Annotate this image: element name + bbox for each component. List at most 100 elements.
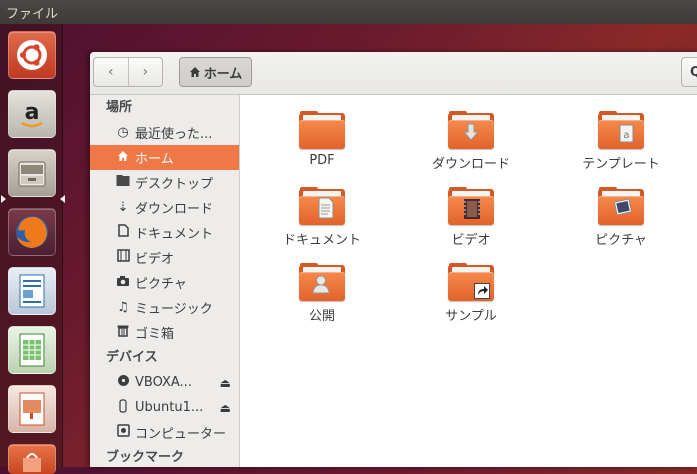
download-icon: ⇣ xyxy=(117,200,129,215)
sidebar-item-label: Ubuntu1... xyxy=(135,400,204,415)
launcher-writer[interactable] xyxy=(8,267,56,315)
folder-document-icon xyxy=(299,187,345,225)
sidebar-item-label: ミュージック xyxy=(135,302,213,317)
launcher-software-center[interactable] xyxy=(8,444,56,474)
folder-label: ドキュメント xyxy=(282,233,361,248)
folder-label: サンプル xyxy=(445,309,497,324)
usb-drive-icon xyxy=(115,398,131,417)
writer-icon xyxy=(19,274,45,308)
folder-item-documents[interactable]: ドキュメント xyxy=(267,187,377,248)
firefox-icon xyxy=(16,216,48,248)
sidebar-item-recent[interactable]: ◷ 最近使った... xyxy=(90,120,239,145)
sidebar-item-label: コンピューター xyxy=(135,427,227,442)
history-nav: ‹ › xyxy=(93,57,163,87)
search-button[interactable]: Q xyxy=(681,57,697,87)
sidebar-item-label: ゴミ箱 xyxy=(135,327,175,342)
launcher-amazon[interactable]: a xyxy=(8,90,56,138)
folder-icon xyxy=(299,111,345,149)
sidebar-item-trash[interactable]: ゴミ箱 xyxy=(90,320,239,345)
back-button[interactable]: ‹ xyxy=(94,58,128,86)
sidebar-item-ubuntu-drive[interactable]: Ubuntu1... ⏏ xyxy=(90,395,239,420)
camera-icon xyxy=(115,275,131,291)
chevron-left-icon: ‹ xyxy=(107,64,114,80)
eject-icon[interactable]: ⏏ xyxy=(220,401,231,415)
folder-item-samples[interactable]: サンプル xyxy=(416,263,526,324)
amazon-icon: a xyxy=(21,100,43,128)
eject-icon[interactable]: ⏏ xyxy=(220,376,231,390)
video-icon xyxy=(115,249,131,266)
launcher-impress[interactable] xyxy=(8,385,56,433)
path-label: ホーム xyxy=(203,66,243,82)
folder-download-icon xyxy=(448,111,494,149)
document-icon xyxy=(115,224,131,241)
sidebar-item-label: ホーム xyxy=(135,152,174,167)
sidebar: 場所 ◷ 最近使った... ホーム デスクトップ ⇣ ダウンロード ドキュメント xyxy=(90,95,240,467)
folder-public-icon xyxy=(299,263,345,301)
sidebar-item-documents[interactable]: ドキュメント xyxy=(90,220,239,245)
desktop-icon xyxy=(115,174,131,191)
shopping-bag-icon xyxy=(23,452,41,472)
sidebar-header-places: 場所 xyxy=(106,100,133,115)
file-manager-window: ‹ › ホーム Q 場所 ◷ 最近使った... ホーム デスクトップ ⇣ ダウン… xyxy=(90,52,697,467)
sidebar-item-label: デスクトップ xyxy=(135,177,214,192)
sidebar-item-desktop[interactable]: デスクトップ xyxy=(90,170,239,195)
app-title: ファイル xyxy=(6,7,59,22)
sidebar-item-downloads[interactable]: ⇣ ダウンロード xyxy=(90,195,239,220)
chevron-right-icon: › xyxy=(142,64,149,80)
folder-label: 公開 xyxy=(308,309,335,324)
disc-icon xyxy=(115,374,131,391)
toolbar: ‹ › ホーム Q xyxy=(90,52,697,95)
forward-button[interactable]: › xyxy=(127,58,163,86)
focus-indicator-icon xyxy=(60,195,65,203)
sidebar-item-label: ドキュメント xyxy=(135,227,214,242)
folder-template-icon: a xyxy=(598,111,644,149)
file-cabinet-icon xyxy=(18,161,46,187)
home-icon xyxy=(115,150,131,166)
folder-label: ピクチャ xyxy=(595,233,647,248)
folder-label: ダウンロード xyxy=(431,157,510,172)
folder-item-pdf[interactable]: PDF xyxy=(267,111,377,168)
sidebar-item-home[interactable]: ホーム xyxy=(90,145,239,170)
path-home-button[interactable]: ホーム xyxy=(179,57,252,87)
sidebar-item-label: 最近使った... xyxy=(135,127,213,142)
sidebar-item-music[interactable]: ♫ ミュージック xyxy=(90,295,239,320)
launcher-ubuntu-dash[interactable] xyxy=(8,31,56,79)
folder-video-icon xyxy=(448,187,494,225)
sidebar-header-bookmarks: ブックマーク xyxy=(106,450,185,465)
clock-icon: ◷ xyxy=(117,125,129,140)
sidebar-item-label: ダウンロード xyxy=(135,202,214,217)
folder-label: テンプレート xyxy=(582,157,660,172)
svg-text:a: a xyxy=(623,130,629,141)
sidebar-item-label: ピクチャ xyxy=(135,277,187,292)
active-indicator-icon xyxy=(1,195,6,203)
folder-picture-icon xyxy=(598,187,644,225)
trash-icon xyxy=(115,324,131,341)
sidebar-item-vbox-disc[interactable]: VBOXA... ⏏ xyxy=(90,370,239,395)
launcher-calc[interactable] xyxy=(8,326,56,374)
calc-icon xyxy=(19,333,45,367)
top-panel: ファイル xyxy=(0,0,697,24)
file-view: PDF ダウンロード a テンプレート ドキュメント ビデオ ピクチャ 公開 サ… xyxy=(240,95,697,467)
folder-item-downloads[interactable]: ダウンロード xyxy=(416,111,526,172)
folder-item-videos[interactable]: ビデオ xyxy=(416,187,526,248)
folder-item-templates[interactable]: a テンプレート xyxy=(566,111,676,172)
ubuntu-logo-icon xyxy=(17,40,47,70)
music-icon: ♫ xyxy=(117,300,129,315)
impress-icon xyxy=(19,392,45,426)
sidebar-item-label: VBOXA... xyxy=(135,375,192,390)
sidebar-item-pictures[interactable]: ピクチャ xyxy=(90,270,239,295)
launcher: a xyxy=(0,24,65,474)
sidebar-item-videos[interactable]: ビデオ xyxy=(90,245,239,270)
sidebar-header-devices: デバイス xyxy=(106,350,158,365)
computer-icon xyxy=(115,424,131,441)
folder-item-public[interactable]: 公開 xyxy=(267,263,377,324)
launcher-firefox[interactable] xyxy=(8,208,56,256)
folder-item-pictures[interactable]: ピクチャ xyxy=(566,187,676,248)
folder-label: ビデオ xyxy=(451,233,491,248)
svg-text:a: a xyxy=(25,100,40,125)
folder-label: PDF xyxy=(309,153,335,168)
sidebar-item-label: ビデオ xyxy=(135,252,175,267)
sidebar-item-computer[interactable]: コンピューター xyxy=(90,420,239,445)
home-icon xyxy=(189,67,200,77)
launcher-files[interactable] xyxy=(8,149,56,197)
